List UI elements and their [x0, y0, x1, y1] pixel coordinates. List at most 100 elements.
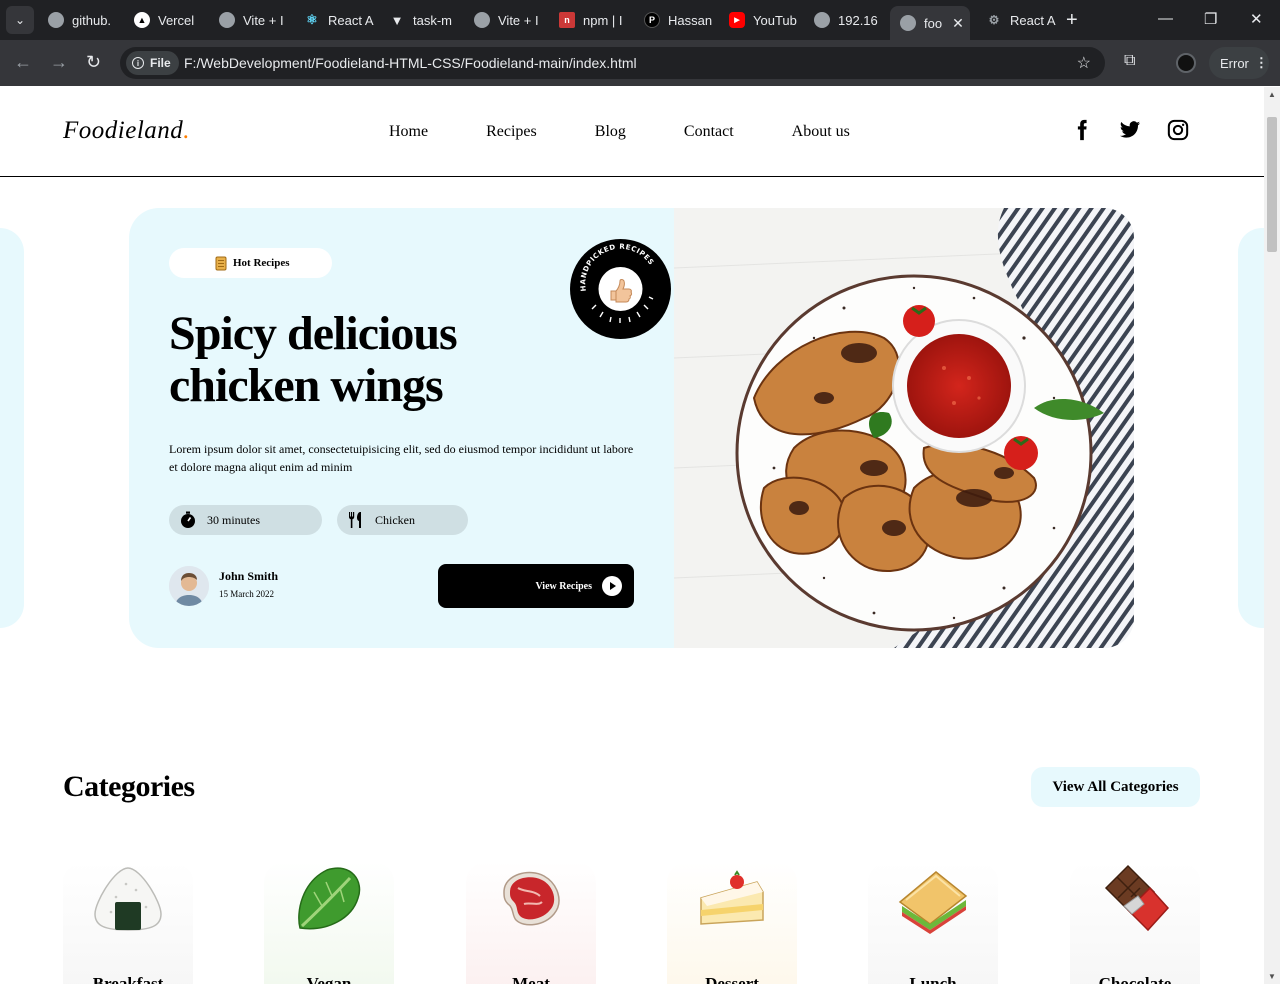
category-card-dessert[interactable]: Dessert	[667, 862, 797, 984]
tab-search-button[interactable]: ⌄	[6, 6, 34, 34]
tab-youtube[interactable]: ▶ YouTub	[729, 6, 799, 34]
category-label: Lunch	[909, 974, 957, 984]
url-text[interactable]: F:/WebDevelopment/Foodieland-HTML-CSS/Fo…	[184, 55, 637, 71]
site-header: Foodieland. Home Recipes Blog Contact Ab…	[0, 87, 1264, 177]
author-photo	[169, 566, 209, 606]
nav-recipes[interactable]: Recipes	[486, 123, 537, 141]
vite-icon: ▼	[390, 12, 404, 28]
nav-blog[interactable]: Blog	[595, 123, 626, 141]
tab-label: Vite + I	[243, 12, 284, 28]
author-avatar	[169, 566, 209, 606]
category-label: Dessert	[705, 974, 759, 984]
fork-knife-icon	[349, 512, 361, 528]
bookmark-star-icon[interactable]: ☆	[1077, 53, 1091, 73]
tab-label: github.	[72, 12, 112, 28]
tab-hassan[interactable]: P Hassan	[644, 6, 714, 34]
site-logo[interactable]: Foodieland.	[63, 117, 190, 145]
scroll-thumb[interactable]	[1267, 117, 1277, 252]
page-scrollbar[interactable]: ▲ ▼	[1264, 87, 1280, 984]
play-circle-icon	[602, 576, 622, 596]
tab-foodieland-active[interactable]: foo ✕	[890, 6, 970, 40]
twitter-icon[interactable]	[1119, 119, 1141, 141]
tab-label: task-m	[413, 12, 452, 28]
tab-label: Hassan	[668, 12, 713, 28]
hot-recipes-chip: Hot Recipes	[169, 248, 332, 278]
site-info-chip[interactable]: i File	[126, 51, 179, 75]
tab-react-1[interactable]: ⚛ React A	[304, 6, 374, 34]
tab-ip[interactable]: 192.16	[814, 6, 884, 34]
tab-vite-1[interactable]: Vite + I	[219, 6, 289, 34]
logo-text: Foodieland	[63, 117, 184, 144]
tab-label: React A	[1010, 12, 1056, 28]
hot-recipes-label: Hot Recipes	[233, 257, 290, 269]
carousel-prev-card	[0, 228, 24, 628]
profile-avatar[interactable]	[1176, 53, 1196, 73]
category-card-breakfast[interactable]: Breakfast	[63, 862, 193, 984]
handpicked-recipes-badge: HANDPICKED RECIPES	[570, 239, 671, 339]
hero-title-line-1: Spicy delicious	[169, 307, 458, 360]
tab-github[interactable]: github.	[48, 6, 118, 34]
view-recipes-label: View Recipes	[535, 580, 592, 592]
globe-icon	[900, 15, 916, 31]
hero-description: Lorem ipsum dolor sit amet, consectetuip…	[169, 442, 634, 474]
react-icon: ⚛	[306, 12, 318, 27]
nav-home[interactable]: Home	[389, 123, 428, 141]
tab-label: React A	[328, 12, 374, 28]
category-card-chocolate[interactable]: Chocolate	[1070, 862, 1200, 984]
view-recipes-button[interactable]: View Recipes	[438, 564, 634, 608]
scroll-up-arrow-icon[interactable]: ▲	[1268, 90, 1276, 99]
view-all-categories-button[interactable]: View All Categories	[1031, 767, 1200, 807]
globe-icon	[814, 12, 830, 28]
category-label: Meat	[512, 974, 550, 984]
restore-icon[interactable]: ❐	[1204, 10, 1217, 28]
tab-label: 192.16	[838, 12, 878, 28]
browser-toolbar: ← → ↻ i File F:/WebDevelopment/Foodielan…	[0, 40, 1280, 86]
main-nav: Home Recipes Blog Contact About us	[389, 123, 908, 141]
web-page: Foodieland. Home Recipes Blog Contact Ab…	[0, 87, 1264, 984]
tab-label: Vercel	[158, 12, 195, 28]
nav-contact[interactable]: Contact	[684, 123, 734, 141]
time-pill: 30 minutes	[169, 505, 322, 535]
facebook-icon[interactable]	[1071, 119, 1093, 141]
category-label: Vegan	[306, 974, 352, 984]
globe-icon	[474, 12, 490, 28]
tab-vite-2[interactable]: Vite + I	[474, 6, 544, 34]
tab-react-2[interactable]: ⚙ React A	[986, 6, 1056, 34]
carousel-next-card	[1238, 228, 1264, 628]
file-chip-label: File	[150, 56, 171, 70]
category-card-lunch[interactable]: Lunch	[868, 862, 998, 984]
tab-label: YouTub	[753, 12, 797, 28]
onigiri-icon	[94, 867, 162, 931]
minimize-icon[interactable]: —	[1158, 10, 1173, 27]
new-tab-icon[interactable]: +	[1066, 10, 1078, 30]
tab-task[interactable]: ▼ task-m	[389, 6, 459, 34]
instagram-icon[interactable]	[1167, 119, 1189, 141]
hero-food-image	[674, 208, 1134, 648]
browser-tab-bar: ⌄ github. ▲ Vercel Vite + I ⚛ React A ▼ …	[0, 0, 1280, 40]
nav-about-us[interactable]: About us	[792, 123, 850, 141]
error-button[interactable]: Error ⋮	[1209, 47, 1269, 79]
hero-card: Hot Recipes Spicy delicious chicken wing…	[129, 208, 1134, 648]
tab-npm[interactable]: n npm | I	[559, 6, 629, 34]
extensions-puzzle-icon[interactable]: ⧉	[1124, 52, 1135, 70]
p-icon: P	[644, 12, 660, 28]
category-card-vegan[interactable]: Vegan	[264, 862, 394, 984]
scroll-down-arrow-icon[interactable]: ▼	[1268, 972, 1276, 981]
tab-vercel[interactable]: ▲ Vercel	[134, 6, 204, 34]
reload-icon[interactable]: ↻	[86, 52, 101, 72]
back-arrow-icon[interactable]: ←	[14, 52, 32, 72]
chicken-wings-illustration	[674, 208, 1134, 648]
author-date: 15 March 2022	[219, 589, 274, 599]
close-tab-icon[interactable]: ✕	[952, 15, 964, 32]
category-label: Breakfast	[92, 974, 164, 984]
more-vert-icon: ⋮	[1254, 55, 1268, 70]
time-label: 30 minutes	[207, 512, 260, 527]
category-card-meat[interactable]: Meat	[466, 862, 596, 984]
address-bar[interactable]: i File F:/WebDevelopment/Foodieland-HTML…	[120, 47, 1105, 79]
scroll-icon	[215, 256, 227, 271]
info-icon: i	[132, 57, 144, 69]
sandwich-icon	[898, 871, 968, 934]
youtube-icon: ▶	[729, 12, 745, 28]
window-close-icon[interactable]: ✕	[1250, 10, 1263, 28]
forward-arrow-icon[interactable]: →	[50, 52, 68, 72]
